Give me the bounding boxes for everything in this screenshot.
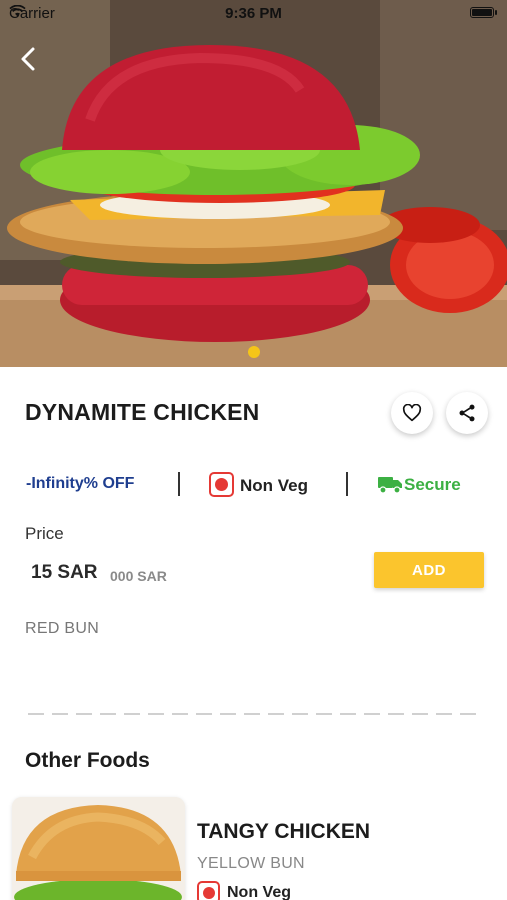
other-food-image[interactable] bbox=[12, 797, 185, 900]
dashed-divider bbox=[28, 713, 484, 715]
status-time: 9:36 PM bbox=[225, 5, 282, 22]
divider bbox=[346, 472, 348, 496]
burger-illustration bbox=[0, 0, 507, 367]
add-button[interactable]: ADD bbox=[374, 552, 484, 588]
info-row: -Infinity% OFF Non Veg Secure bbox=[0, 470, 507, 500]
back-arrow-icon bbox=[21, 47, 35, 71]
price-value: 15 SAR bbox=[31, 562, 98, 583]
product-title: DYNAMITE CHICKEN bbox=[25, 399, 260, 425]
non-veg-icon bbox=[209, 472, 234, 497]
yellow-bun-burger-illustration bbox=[12, 797, 185, 900]
secure-label: Secure bbox=[404, 475, 461, 494]
share-icon bbox=[459, 404, 475, 422]
hero-image: Carrier 9:36 PM bbox=[0, 0, 507, 367]
non-veg-icon bbox=[197, 881, 220, 900]
veg-label: Non Veg bbox=[240, 476, 309, 495]
truck-icon bbox=[378, 477, 402, 494]
other-food-bun: YELLOW BUN bbox=[197, 855, 305, 872]
favorite-button[interactable] bbox=[391, 392, 433, 434]
other-foods-heading: Other Foods bbox=[25, 749, 150, 772]
bun-type: RED BUN bbox=[25, 620, 100, 637]
carousel-dot-active[interactable] bbox=[248, 346, 260, 358]
discount-label: -Infinity% OFF bbox=[26, 475, 135, 492]
back-button[interactable] bbox=[14, 44, 44, 74]
battery-icon bbox=[470, 7, 497, 18]
other-food-title[interactable]: TANGY CHICKEN bbox=[197, 820, 370, 844]
other-food-veg-label: Non Veg bbox=[227, 884, 292, 900]
price-label: Price bbox=[25, 524, 64, 543]
heart-icon bbox=[402, 404, 422, 422]
status-bar: Carrier 9:36 PM bbox=[0, 0, 507, 26]
old-price-value: 000 SAR bbox=[110, 568, 167, 584]
divider bbox=[178, 472, 180, 496]
share-button[interactable] bbox=[446, 392, 488, 434]
